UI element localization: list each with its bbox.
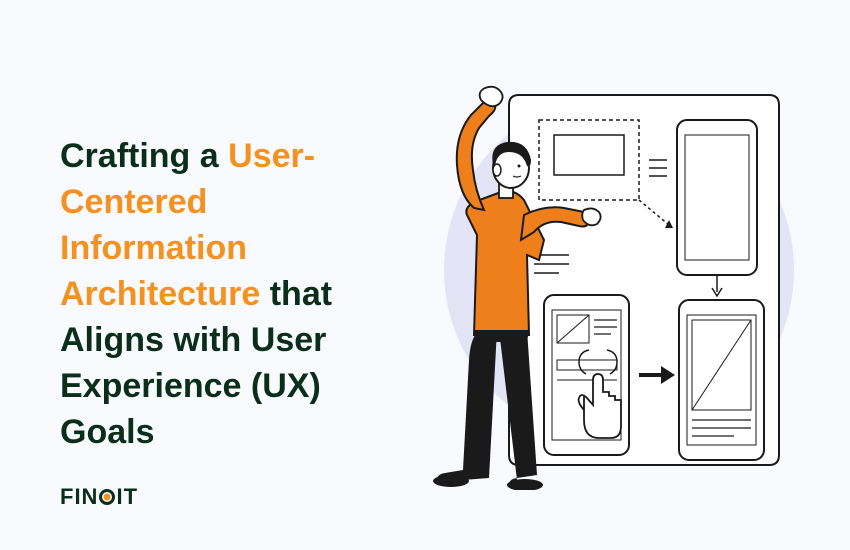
logo-o-icon	[99, 489, 115, 505]
brand-logo: FIN IT	[60, 484, 138, 510]
phone-top-right	[677, 120, 757, 275]
logo-text-prefix: FIN	[60, 484, 98, 510]
logo-text-suffix: IT	[116, 484, 138, 510]
ux-wireframe-illustration	[389, 60, 809, 490]
page-title: Crafting a User-Centered Information Arc…	[60, 134, 389, 455]
headline-block: Crafting a User-Centered Information Arc…	[60, 94, 389, 455]
title-part1: Crafting a	[60, 137, 219, 175]
illustration	[389, 0, 809, 550]
